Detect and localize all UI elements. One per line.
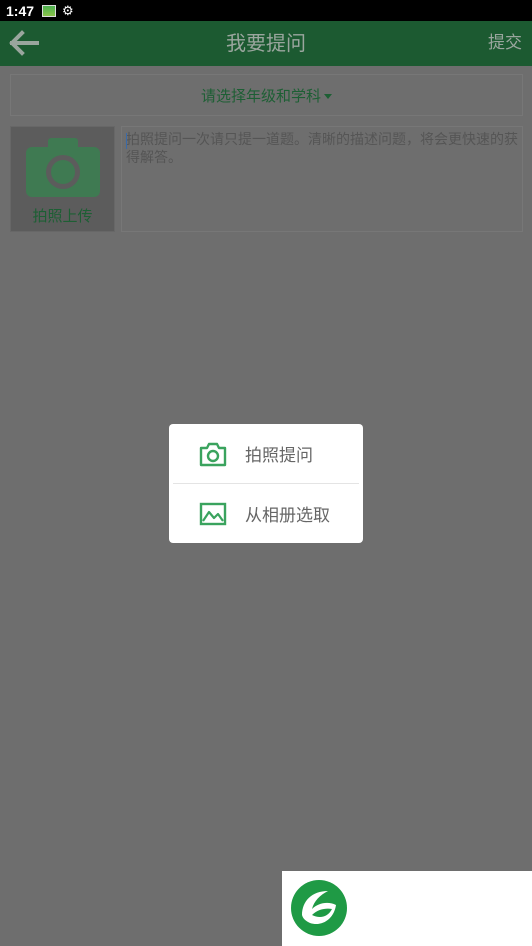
settings-gear-icon: ⚙ bbox=[62, 3, 74, 18]
app-bar: 我要提问 提交 bbox=[0, 21, 532, 66]
dropdown-caret-icon bbox=[324, 93, 332, 99]
leaf-logo-icon bbox=[291, 880, 347, 936]
choose-from-album-option[interactable]: 从相册选取 bbox=[169, 484, 363, 543]
camera-icon bbox=[25, 138, 100, 197]
status-time: 1:47 bbox=[6, 2, 35, 19]
photo-source-dialog: 拍照提问 从相册选取 bbox=[169, 424, 363, 543]
grade-subject-label: 请选择年级和学科 bbox=[200, 86, 321, 105]
camera-icon bbox=[199, 442, 227, 466]
take-photo-label: 拍照提问 bbox=[245, 446, 313, 466]
photo-upload-button[interactable]: 拍照上传 bbox=[10, 126, 115, 232]
gallery-icon bbox=[199, 502, 227, 525]
choose-from-album-label: 从相册选取 bbox=[245, 506, 330, 526]
question-input[interactable]: 拍照提问一次请只提一道题。清晰的描述问题，将会更快速的获得解答。 bbox=[121, 126, 523, 232]
brand-logo-badge bbox=[282, 871, 532, 946]
take-photo-option[interactable]: 拍照提问 bbox=[169, 424, 363, 483]
image-notification-icon bbox=[42, 4, 57, 17]
text-cursor bbox=[126, 133, 127, 149]
question-placeholder: 拍照提问一次请只提一道题。清晰的描述问题，将会更快速的获得解答。 bbox=[126, 132, 518, 166]
grade-subject-selector[interactable]: 请选择年级和学科 bbox=[10, 74, 523, 116]
page-title: 我要提问 bbox=[226, 31, 306, 55]
submit-button[interactable]: 提交 bbox=[488, 21, 522, 66]
photo-upload-label: 拍照上传 bbox=[32, 207, 93, 225]
status-bar: 1:47 ⚙ bbox=[0, 0, 532, 21]
